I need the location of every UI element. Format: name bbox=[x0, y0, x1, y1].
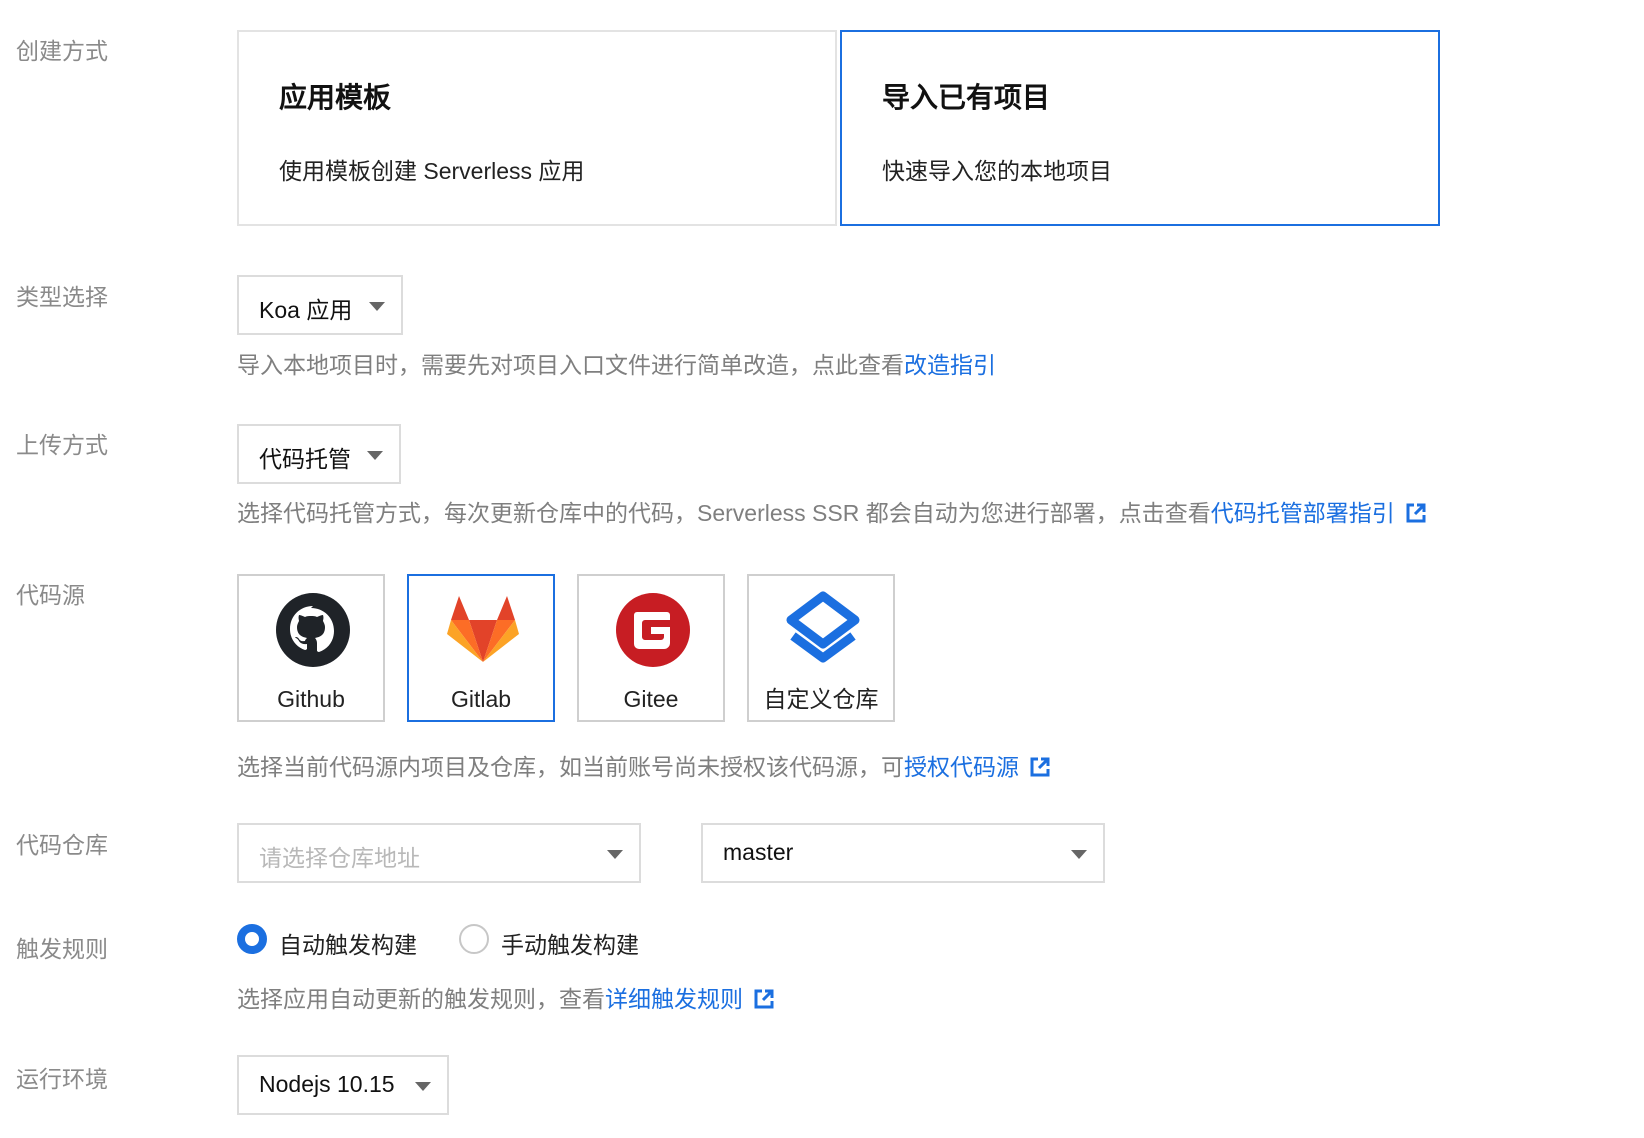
type-select-value: Koa 应用 bbox=[259, 297, 353, 323]
hosting-deploy-guide-link[interactable]: 代码托管部署指引 bbox=[1211, 500, 1395, 526]
upload-method-select[interactable]: 代码托管 bbox=[237, 424, 401, 484]
auto-trigger-label: 自动触发构建 bbox=[279, 932, 417, 958]
branch-value: master bbox=[723, 839, 794, 865]
upload-method-help: 选择代码托管方式，每次更新仓库中的代码，Serverless SSR 都会自动为… bbox=[237, 494, 1427, 528]
authorize-source-link[interactable]: 授权代码源 bbox=[904, 754, 1019, 780]
type-select-label: 类型选择 bbox=[16, 284, 108, 310]
radio-dot bbox=[237, 924, 267, 954]
trigger-rule-detail-link[interactable]: 详细触发规则 bbox=[605, 986, 743, 1012]
manual-trigger-radio[interactable]: 手动触发构建 bbox=[459, 924, 659, 958]
auto-trigger-radio[interactable]: 自动触发构建 bbox=[237, 924, 437, 958]
template-app-card[interactable]: 应用模板 使用模板创建 Serverless 应用 bbox=[237, 30, 837, 226]
external-link-icon[interactable] bbox=[753, 988, 775, 1010]
upload-method-value: 代码托管 bbox=[259, 446, 351, 472]
code-repo-label: 代码仓库 bbox=[16, 832, 108, 858]
chevron-down-icon bbox=[415, 1082, 431, 1091]
source-gitee[interactable]: Gitee bbox=[577, 574, 725, 722]
source-custom-repo-label: 自定义仓库 bbox=[763, 686, 879, 712]
repo-address-placeholder: 请选择仓库地址 bbox=[259, 845, 420, 871]
import-project-desc: 快速导入您的本地项目 bbox=[882, 158, 1112, 184]
trigger-rule-help: 选择应用自动更新的触发规则，查看详细触发规则 bbox=[237, 980, 775, 1014]
source-gitlab[interactable]: Gitlab bbox=[407, 574, 555, 722]
external-link-icon[interactable] bbox=[1029, 756, 1051, 778]
upload-method-help-text: 选择代码托管方式，每次更新仓库中的代码，Serverless SSR 都会自动为… bbox=[237, 500, 1211, 526]
runtime-value: Nodejs 10.15 bbox=[259, 1071, 395, 1097]
import-project-card[interactable]: 导入已有项目 快速导入您的本地项目 bbox=[840, 30, 1440, 226]
manual-trigger-label: 手动触发构建 bbox=[501, 932, 639, 958]
source-custom-repo[interactable]: 自定义仓库 bbox=[747, 574, 895, 722]
repo-address-select[interactable]: 请选择仓库地址 bbox=[237, 823, 641, 883]
radio-dot bbox=[459, 924, 489, 954]
source-gitee-label: Gitee bbox=[623, 686, 679, 712]
source-gitlab-label: Gitlab bbox=[450, 686, 512, 712]
source-github-label: Github bbox=[277, 686, 345, 712]
code-source-help-text: 选择当前代码源内项目及仓库，如当前账号尚未授权该代码源，可 bbox=[237, 754, 904, 780]
custom-repo-icon bbox=[786, 591, 860, 663]
create-method-label: 创建方式 bbox=[16, 38, 108, 64]
runtime-label: 运行环境 bbox=[16, 1066, 108, 1092]
trigger-rule-label: 触发规则 bbox=[16, 936, 108, 962]
gitee-icon bbox=[616, 593, 690, 667]
type-select-help-text: 导入本地项目时，需要先对项目入口文件进行简单改造，点此查看 bbox=[237, 352, 904, 378]
github-icon bbox=[276, 593, 350, 667]
trigger-rule-help-text: 选择应用自动更新的触发规则，查看 bbox=[237, 986, 605, 1012]
branch-select[interactable]: master bbox=[701, 823, 1105, 883]
type-select-help: 导入本地项目时，需要先对项目入口文件进行简单改造，点此查看改造指引 bbox=[237, 346, 996, 380]
modify-guide-link[interactable]: 改造指引 bbox=[904, 352, 996, 378]
chevron-down-icon bbox=[607, 850, 623, 859]
template-app-title: 应用模板 bbox=[279, 82, 392, 113]
type-select[interactable]: Koa 应用 bbox=[237, 275, 403, 335]
gitlab-icon bbox=[447, 596, 519, 662]
code-source-help: 选择当前代码源内项目及仓库，如当前账号尚未授权该代码源，可授权代码源 bbox=[237, 748, 1051, 782]
chevron-down-icon bbox=[367, 451, 383, 460]
code-source-label: 代码源 bbox=[16, 582, 85, 608]
import-project-title: 导入已有项目 bbox=[882, 82, 1051, 113]
external-link-icon[interactable] bbox=[1405, 502, 1427, 524]
upload-method-label: 上传方式 bbox=[16, 432, 108, 458]
chevron-down-icon bbox=[369, 302, 385, 311]
runtime-select[interactable]: Nodejs 10.15 bbox=[237, 1055, 449, 1115]
source-github[interactable]: Github bbox=[237, 574, 385, 722]
template-app-desc: 使用模板创建 Serverless 应用 bbox=[279, 158, 585, 184]
chevron-down-icon bbox=[1071, 850, 1087, 859]
